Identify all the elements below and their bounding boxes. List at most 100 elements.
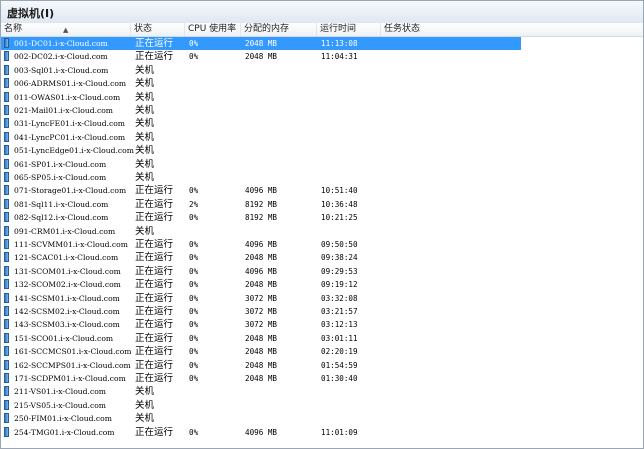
vm-name: 006-ADRMS01.i-x-Cloud.com bbox=[14, 79, 127, 89]
vm-state: 关机 bbox=[135, 131, 155, 143]
vm-memory: 2048 MB bbox=[245, 333, 278, 343]
vm-uptime: 03:21:57 bbox=[321, 307, 358, 316]
vm-memory: 2048 MB bbox=[245, 360, 278, 370]
vm-state: 关机 bbox=[135, 386, 155, 398]
vm-state: 正在运行 bbox=[135, 292, 174, 304]
table-row[interactable]: 041-LyncPC01.i-x-Cloud.com 关机 bbox=[1, 131, 521, 144]
vm-state: 正在运行 bbox=[135, 38, 174, 49]
column-header-memory[interactable]: 分配的内存 bbox=[241, 23, 317, 36]
vm-cpu-usage: 0% bbox=[189, 360, 199, 370]
vm-name: 001-DC01.i-x-Cloud.com bbox=[14, 39, 108, 48]
vm-state: 正在运行 bbox=[135, 51, 174, 63]
virtual-machine-icon bbox=[4, 212, 9, 223]
table-row[interactable]: 215-VS05.i-x-Cloud.com 关机 bbox=[1, 399, 521, 412]
vm-state: 关机 bbox=[135, 118, 155, 130]
table-row[interactable]: 132-SCOM02.i-x-Cloud.com 正在运行 0% 2048 MB 09:… bbox=[1, 278, 521, 291]
vm-state: 关机 bbox=[135, 78, 155, 90]
vm-name: 162-SCCMPS01.i-x-Cloud.com bbox=[14, 360, 131, 370]
vm-state: 关机 bbox=[135, 399, 155, 411]
column-header-cpu[interactable]: CPU 使用率 bbox=[185, 23, 241, 36]
table-row[interactable]: 121-SCAC01.i-x-Cloud.com 正在运行 0% 2048 MB 09:… bbox=[1, 251, 521, 264]
table-row[interactable]: 061-SP01.i-x-Cloud.com 关机 bbox=[1, 158, 521, 171]
table-row[interactable]: 071-Storage01.i-x-Cloud.com 正在运行 0% 4096 MB… bbox=[1, 184, 521, 197]
table-row[interactable]: 081-Sql11.i-x-Cloud.com 正在运行 2% 8192 MB 10:3… bbox=[1, 198, 521, 211]
table-row[interactable]: 011-OWAS01.i-x-Cloud.com 关机 bbox=[1, 91, 521, 104]
virtual-machine-icon bbox=[4, 91, 9, 102]
sort-ascending-icon: ▲ bbox=[63, 26, 69, 34]
vm-memory: 8192 MB bbox=[245, 213, 278, 223]
virtual-machine-icon bbox=[4, 185, 9, 196]
vm-name: 081-Sql11.i-x-Cloud.com bbox=[14, 199, 109, 209]
table-row[interactable]: 162-SCCMPS01.i-x-Cloud.com 正在运行 0% 2048 MB 0… bbox=[1, 359, 521, 372]
vm-cpu-usage: 0% bbox=[189, 52, 199, 62]
panel-title: 虚拟机(I) bbox=[7, 7, 55, 20]
vm-name: 003-Sql01.i-x-Cloud.com bbox=[14, 65, 109, 75]
vm-uptime: 10:36:48 bbox=[321, 199, 358, 209]
table-row[interactable]: 111-SCVMM01.i-x-Cloud.com 正在运行 0% 4096 MB 09… bbox=[1, 238, 521, 251]
vm-uptime: 03:01:11 bbox=[321, 333, 358, 343]
vm-cpu-usage: 0% bbox=[189, 293, 199, 303]
vm-memory: 3072 MB bbox=[245, 293, 278, 303]
table-row[interactable]: 171-SCDPM01.i-x-Cloud.com 正在运行 0% 2048 MB 01… bbox=[1, 372, 521, 385]
virtual-machine-icon bbox=[4, 252, 9, 263]
vm-name: 051-LyncEdge01.i-x-Cloud.com bbox=[14, 146, 134, 156]
vm-memory: 4096 MB bbox=[245, 240, 278, 249]
table-row[interactable]: 002-DC02.i-x-Cloud.com 正在运行 0% 2048 MB 11:04… bbox=[1, 50, 521, 63]
vm-cpu-usage: 0% bbox=[189, 320, 199, 330]
table-row[interactable]: 143-SCSM03.i-x-Cloud.com 正在运行 0% 3072 MB 03:… bbox=[1, 318, 521, 331]
vm-name: 061-SP01.i-x-Cloud.com bbox=[14, 159, 107, 169]
vm-uptime: 09:38:24 bbox=[321, 253, 358, 263]
vm-state: 正在运行 bbox=[135, 252, 174, 264]
table-row[interactable]: 211-VS01.i-x-Cloud.com 关机 bbox=[1, 385, 521, 398]
table-row[interactable]: 006-ADRMS01.i-x-Cloud.com 关机 bbox=[1, 77, 521, 90]
vm-name: 021-Mail01.i-x-Cloud.com bbox=[14, 106, 114, 115]
column-header-state[interactable]: 状态 bbox=[131, 23, 185, 36]
table-row[interactable]: 001-DC01.i-x-Cloud.com 正在运行 0% 2048 MB 11:13… bbox=[1, 37, 521, 50]
vm-state: 正在运行 bbox=[135, 346, 174, 358]
table-row[interactable]: 065-SP05.i-x-Cloud.com 关机 bbox=[1, 171, 521, 184]
vm-memory: 3072 MB bbox=[245, 307, 278, 316]
table-row[interactable]: 021-Mail01.i-x-Cloud.com 关机 bbox=[1, 104, 521, 117]
vm-state: 正在运行 bbox=[135, 279, 174, 291]
vm-state: 关机 bbox=[135, 91, 155, 103]
table-row[interactable]: 003-Sql01.i-x-Cloud.com 关机 bbox=[1, 64, 521, 77]
vm-name: 002-DC02.i-x-Cloud.com bbox=[14, 52, 108, 62]
vm-memory: 2048 MB bbox=[245, 39, 278, 48]
table-row[interactable]: 082-Sql12.i-x-Cloud.com 正在运行 0% 8192 MB 10:2… bbox=[1, 211, 521, 224]
vm-uptime: 11:01:09 bbox=[321, 427, 358, 437]
table-row[interactable]: 051-LyncEdge01.i-x-Cloud.com 关机 bbox=[1, 144, 521, 157]
table-row[interactable]: 141-SCSM01.i-x-Cloud.com 正在运行 0% 3072 MB 03:… bbox=[1, 292, 521, 305]
table-row[interactable]: 254-TMG01.i-x-Cloud.com 正在运行 0% 4096 MB 11:0… bbox=[1, 426, 521, 439]
vm-name: 132-SCOM02.i-x-Cloud.com bbox=[14, 280, 121, 290]
virtual-machine-icon bbox=[4, 319, 9, 330]
vm-memory: 2048 MB bbox=[245, 253, 278, 263]
vm-cpu-usage: 0% bbox=[189, 347, 199, 357]
table-row[interactable]: 091-CRM01.i-x-Cloud.com 关机 bbox=[1, 225, 521, 238]
vm-name: 065-SP05.i-x-Cloud.com bbox=[14, 173, 107, 182]
virtual-machine-icon bbox=[4, 279, 9, 290]
virtual-machine-icon bbox=[4, 225, 9, 236]
column-header-uptime[interactable]: 运行时间 bbox=[317, 23, 381, 36]
table-row[interactable]: 161-SCCMCS01.i-x-Cloud.com 正在运行 0% 2048 MB 0… bbox=[1, 345, 521, 358]
vm-name: 141-SCSM01.i-x-Cloud.com bbox=[14, 293, 120, 303]
table-row[interactable]: 250-FIM01.i-x-Cloud.com 关机 bbox=[1, 412, 521, 425]
table-row[interactable]: 151-SCO01.i-x-Cloud.com 正在运行 0% 2048 MB 03:0… bbox=[1, 332, 521, 345]
vm-state: 关机 bbox=[135, 105, 155, 116]
table-row[interactable]: 131-SCOM01.i-x-Cloud.com 正在运行 0% 4096 MB 09:… bbox=[1, 265, 521, 278]
vm-name: 121-SCAC01.i-x-Cloud.com bbox=[14, 253, 119, 263]
virtual-machine-icon bbox=[4, 158, 9, 169]
vm-memory: 4096 MB bbox=[245, 427, 278, 437]
table-row[interactable]: 142-SCSM02.i-x-Cloud.com 正在运行 0% 3072 MB 03:… bbox=[1, 305, 521, 318]
column-header-name[interactable]: 名称 ▲ bbox=[1, 23, 131, 36]
vm-state: 关机 bbox=[135, 145, 155, 157]
column-header-task-status[interactable]: 任务状态 bbox=[381, 23, 643, 36]
vm-state: 正在运行 bbox=[135, 426, 174, 438]
vm-state: 关机 bbox=[135, 172, 155, 183]
vm-cpu-usage: 0% bbox=[189, 266, 199, 276]
vm-uptime: 03:32:08 bbox=[321, 293, 358, 303]
table-row[interactable]: 031-LyncFE01.i-x-Cloud.com 关机 bbox=[1, 117, 521, 130]
virtual-machine-icon bbox=[4, 118, 9, 129]
virtual-machine-icon bbox=[4, 131, 9, 142]
vm-uptime: 09:29:53 bbox=[321, 266, 358, 276]
vm-uptime: 10:51:40 bbox=[321, 186, 358, 196]
